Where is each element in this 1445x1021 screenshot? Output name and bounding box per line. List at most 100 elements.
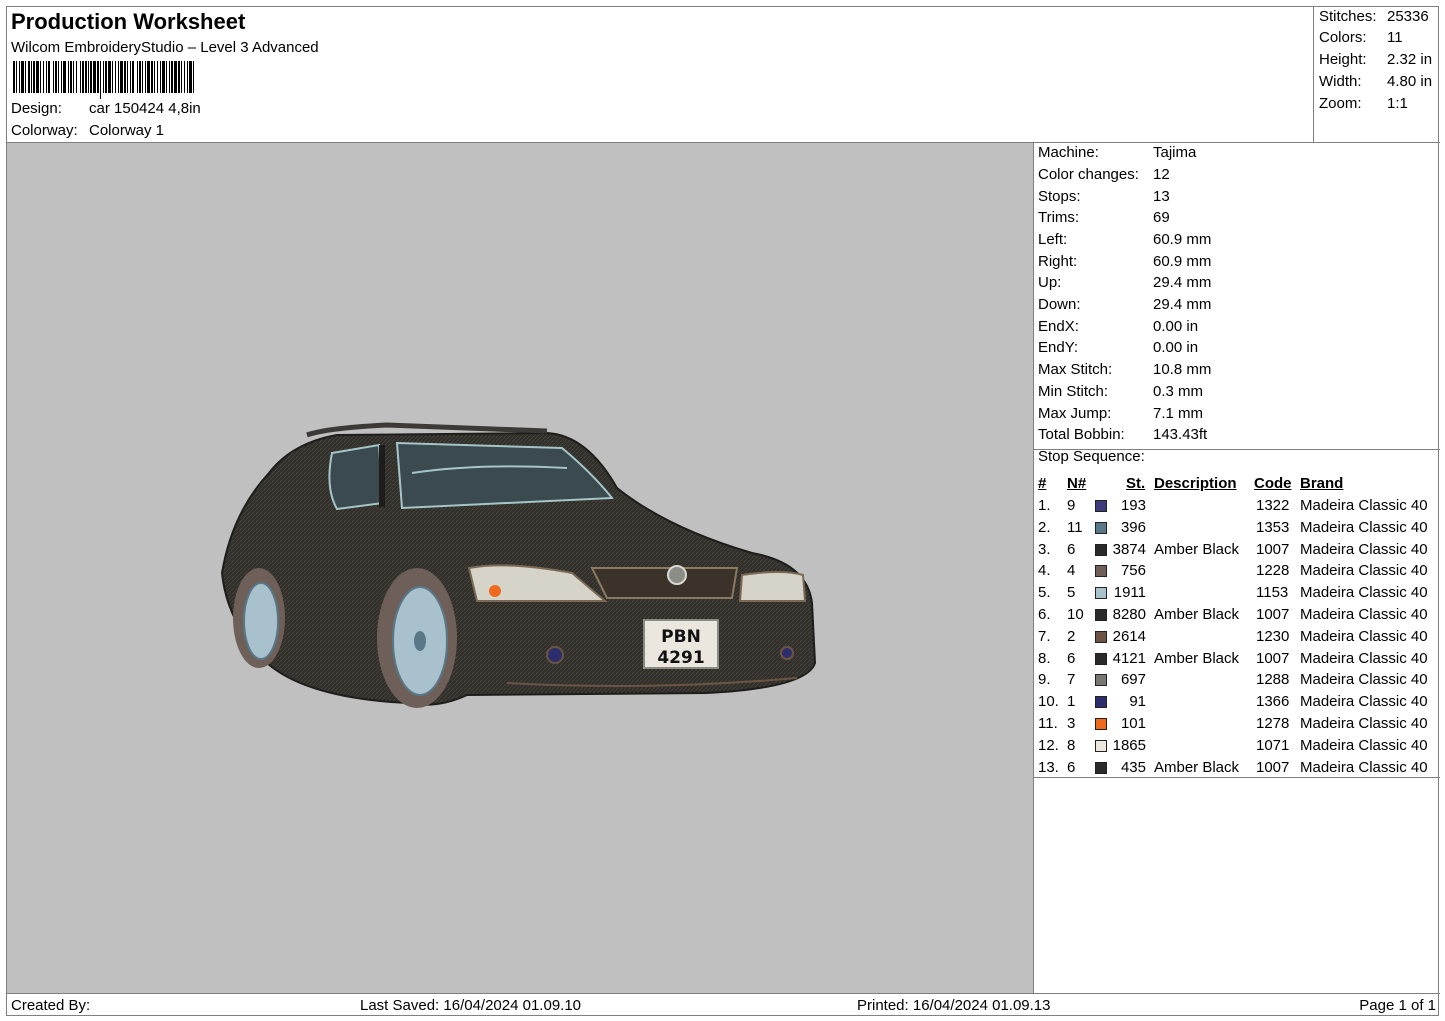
thread-code: 1278 <box>1256 715 1290 732</box>
needle-number: 11 <box>1067 518 1083 536</box>
needle-number: 8 <box>1067 736 1076 754</box>
info-row: Right: 60.9 mm <box>1038 253 1212 270</box>
info-row: Up: 29.4 mm <box>1038 274 1212 291</box>
stitch-count: 91 <box>1129 693 1146 711</box>
info-row: Machine: Tajima <box>1038 144 1197 161</box>
design-preview: PBN 4291 <box>7 143 1034 993</box>
info-row: EndX: 0.00 in <box>1038 318 1199 335</box>
seq-num: 4. <box>1038 562 1051 580</box>
seq-num: 7. <box>1038 627 1051 645</box>
info-row: Max Jump: 7.1 mm <box>1038 405 1204 422</box>
barcode-icon <box>13 61 325 99</box>
needle-number: 2 <box>1067 627 1076 645</box>
info-row: Color changes: 12 <box>1038 166 1170 183</box>
col-header-num: # <box>1038 475 1047 492</box>
machine-info-panel: Machine: Tajima Color changes: 12 Stops: 13… <box>1034 143 1440 993</box>
stitch-count: 101 <box>1120 715 1146 732</box>
software-name: Wilcom EmbroideryStudio – Level 3 Advanc… <box>11 39 319 56</box>
needle-number: 1 <box>1067 693 1076 711</box>
seq-num: 8. <box>1038 649 1051 667</box>
colorway-label: Colorway: <box>11 122 78 139</box>
thread-brand: Madeira Classic 40 <box>1300 497 1428 514</box>
col-header-n: N# <box>1067 475 1087 492</box>
thread-code: 1366 <box>1256 693 1290 711</box>
col-header-description: Description <box>1154 475 1237 492</box>
seq-num: 6. <box>1038 606 1051 623</box>
worksheet-header: Production Worksheet Wilcom EmbroiderySt… <box>7 7 1314 143</box>
thread-brand: Madeira Classic 40 <box>1300 562 1428 580</box>
seq-num: 10. <box>1038 693 1059 711</box>
colorway-value: Colorway 1 <box>89 122 165 139</box>
summary-row: Colors: 11 <box>1319 29 1403 46</box>
created-by: Created By: <box>11 997 91 1014</box>
divider <box>1034 777 1440 778</box>
thread-brand: Madeira Classic 40 <box>1300 606 1428 623</box>
thread-code: 1007 <box>1256 540 1290 558</box>
stitch-count: 8280 <box>1112 606 1146 623</box>
thread-description: Amber Black <box>1154 649 1240 667</box>
thread-brand: Madeira Classic 40 <box>1300 671 1428 689</box>
seq-num: 12. <box>1038 736 1059 754</box>
thread-brand: Madeira Classic 40 <box>1300 518 1428 536</box>
car-embroidery-image: PBN 4291 <box>220 422 817 708</box>
needle-number: 7 <box>1067 671 1076 689</box>
stitch-count: 3874 <box>1112 540 1146 558</box>
thread-brand: Madeira Classic 40 <box>1300 584 1428 602</box>
table-row: 3. 6 3874 Amber Black 1007 Madeira Classic 40 <box>1034 541 1440 563</box>
thread-brand: Madeira Classic 40 <box>1300 540 1428 558</box>
info-row: Max Stitch: 10.8 mm <box>1038 361 1212 378</box>
seq-num: 5. <box>1038 584 1051 602</box>
needle-number: 3 <box>1067 715 1076 732</box>
stitch-count: 2614 <box>1112 627 1146 645</box>
thread-description: Amber Black <box>1154 758 1240 776</box>
summary-row: Width: 4.80 in <box>1319 73 1433 90</box>
stitch-count: 4121 <box>1112 649 1146 667</box>
table-row: 12. 8 1865 1071 Madeira Classic 40 <box>1034 737 1440 759</box>
stitch-count: 193 <box>1120 497 1146 514</box>
table-row: 10. 1 91 1366 Madeira Classic 40 <box>1034 693 1440 715</box>
stitch-count: 1865 <box>1112 736 1146 754</box>
summary-stats: Stitches: 25336 Colors: 11 Height: 2.32 in … <box>1314 7 1440 143</box>
thread-brand: Madeira Classic 40 <box>1300 649 1428 667</box>
info-row: Total Bobbin: 143.43ft <box>1038 426 1208 443</box>
stop-sequence-title: Stop Sequence: <box>1038 448 1145 465</box>
needle-number: 9 <box>1067 497 1076 514</box>
design-row: Design: car 150424 4,8in <box>11 100 201 117</box>
info-row: EndY: 0.00 in <box>1038 339 1199 356</box>
table-row: 7. 2 2614 1230 Madeira Classic 40 <box>1034 628 1440 650</box>
seq-num: 9. <box>1038 671 1051 689</box>
thread-description: Amber Black <box>1154 540 1240 558</box>
stitch-count: 756 <box>1120 562 1146 580</box>
info-row: Trims: 69 <box>1038 209 1170 226</box>
summary-row: Stitches: 25336 <box>1319 8 1429 25</box>
stitch-count: 697 <box>1120 671 1146 689</box>
seq-num: 2. <box>1038 518 1051 536</box>
info-row: Down: 29.4 mm <box>1038 296 1212 313</box>
info-row: Stops: 13 <box>1038 188 1170 205</box>
col-header-st: St. <box>1126 475 1146 492</box>
table-row: 4. 4 756 1228 Madeira Classic 40 <box>1034 562 1440 584</box>
col-header-code: Code <box>1254 475 1292 492</box>
thread-code: 1007 <box>1256 606 1290 623</box>
needle-number: 10 <box>1067 606 1084 623</box>
worksheet-footer: Created By: Last Saved: 16/04/2024 01.09… <box>7 993 1440 1017</box>
thread-code: 1230 <box>1256 627 1290 645</box>
summary-row: Height: 2.32 in <box>1319 51 1433 68</box>
page-title: Production Worksheet <box>11 9 246 34</box>
stitch-count: 1911 <box>1113 584 1146 602</box>
stitch-count: 435 <box>1120 758 1146 776</box>
table-row: 9. 7 697 1288 Madeira Classic 40 <box>1034 671 1440 693</box>
printed-date: Printed: 16/04/2024 01.09.13 <box>857 997 1051 1014</box>
info-row: Min Stitch: 0.3 mm <box>1038 383 1204 400</box>
thread-brand: Madeira Classic 40 <box>1300 693 1428 711</box>
thread-brand: Madeira Classic 40 <box>1300 627 1428 645</box>
needle-number: 6 <box>1067 649 1076 667</box>
table-row: 11. 3 101 1278 Madeira Classic 40 <box>1034 715 1440 737</box>
thread-brand: Madeira Classic 40 <box>1300 758 1428 776</box>
needle-number: 4 <box>1067 562 1076 580</box>
info-row: Left: 60.9 mm <box>1038 231 1212 248</box>
design-value: car 150424 4,8in <box>89 100 201 117</box>
seq-num: 11. <box>1038 715 1058 732</box>
thread-code: 1322 <box>1256 497 1290 514</box>
thread-code: 1153 <box>1256 584 1289 602</box>
